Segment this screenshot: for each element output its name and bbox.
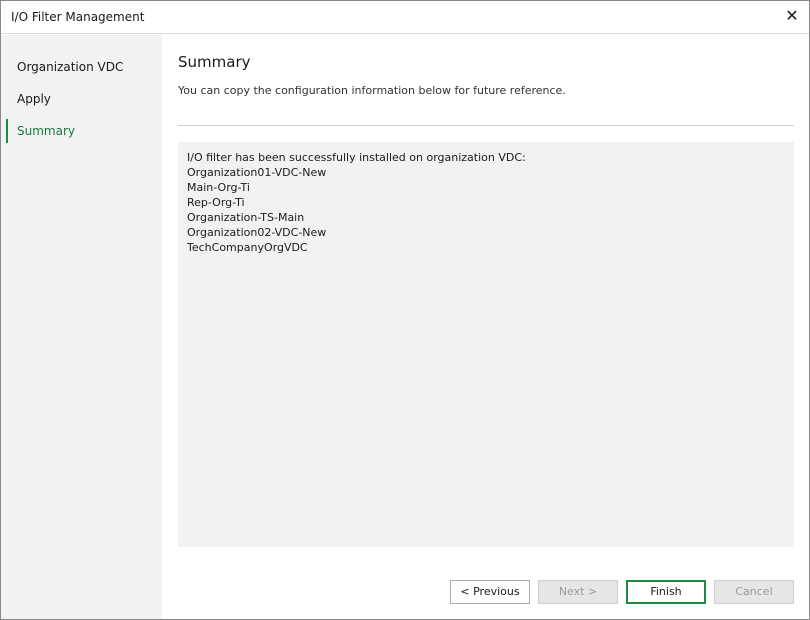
summary-line: Organization02-VDC-New bbox=[187, 226, 327, 239]
dialog-window: I/O Filter Management ✕ Organization VDC… bbox=[0, 0, 810, 620]
close-icon[interactable]: ✕ bbox=[783, 6, 801, 26]
main-content: Summary You can copy the configuration i… bbox=[162, 35, 809, 619]
step-organization-vdc[interactable]: Organization VDC bbox=[1, 55, 162, 79]
page-title: Summary bbox=[178, 53, 251, 71]
summary-line: Organization-TS-Main bbox=[187, 211, 305, 224]
title-bar: I/O Filter Management ✕ bbox=[1, 1, 809, 34]
page-subtitle: You can copy the configuration informati… bbox=[178, 84, 566, 97]
summary-line: Main-Org-Ti bbox=[187, 181, 250, 194]
previous-button[interactable]: < Previous bbox=[450, 580, 530, 604]
summary-line: TechCompanyOrgVDC bbox=[187, 241, 308, 254]
next-button[interactable]: Next > bbox=[538, 580, 618, 604]
cancel-button[interactable]: Cancel bbox=[714, 580, 794, 604]
step-apply[interactable]: Apply bbox=[1, 87, 162, 111]
divider bbox=[178, 125, 794, 126]
summary-text-box[interactable]: I/O filter has been successfully install… bbox=[178, 142, 794, 547]
step-summary[interactable]: Summary bbox=[1, 119, 162, 143]
summary-line: Rep-Org-Ti bbox=[187, 196, 245, 209]
finish-button[interactable]: Finish bbox=[626, 580, 706, 604]
wizard-steps-sidebar: Organization VDC Apply Summary bbox=[1, 35, 162, 619]
summary-line: Organization01-VDC-New bbox=[187, 166, 327, 179]
window-title: I/O Filter Management bbox=[11, 10, 145, 24]
summary-line: I/O filter has been successfully install… bbox=[187, 151, 526, 164]
